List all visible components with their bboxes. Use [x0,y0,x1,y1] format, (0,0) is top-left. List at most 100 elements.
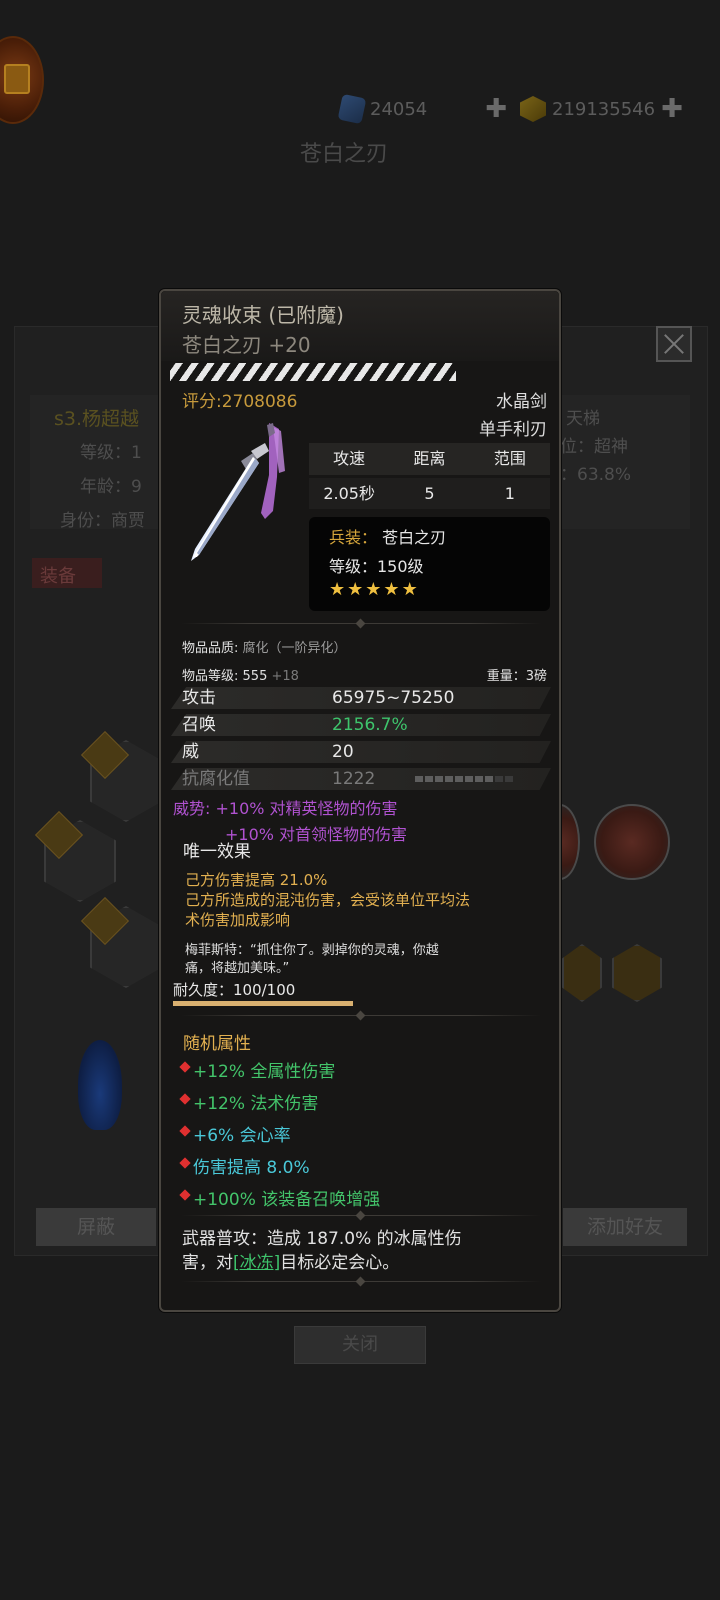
random-attr-text: +6% 会心率 [193,1126,291,1146]
random-attr-title: 随机属性 [183,1034,251,1054]
attribute-name: 召唤 [182,715,216,735]
attribute-row: 抗腐化值 1222 [171,768,551,790]
red-gem-icon [179,1188,191,1201]
star-icon: ★ [365,579,382,600]
weapon-label-key: 兵装： [329,528,378,547]
corruption-segment [425,776,433,782]
stat-header-area: 范围 [493,449,526,468]
player-name: s3.杨超越 [54,408,140,430]
flavor-quote: 痛，将越加美味。” [185,961,290,976]
durability-bar [173,1001,353,1006]
star-icon: ★ [401,579,418,600]
unique-effect-title: 唯一效果 [183,842,251,862]
blue-flame-icon [78,1040,122,1130]
attribute-value: 2156.7% [332,715,408,735]
gold-amount: 219135546 [552,98,656,120]
stat-value-area: 1 [504,484,515,503]
attack-desc-text: 害，对 [182,1253,233,1273]
stat-table-header: 攻速 距离 范围 [309,443,550,475]
item-quality: 物品品质: 腐化（一阶异化） [182,637,347,656]
item-level-bonus: +18 [271,669,299,684]
corruption-segment [475,776,483,782]
attribute-name: 抗腐化值 [182,769,250,789]
close-button[interactable]: 关闭 [294,1326,426,1364]
attack-desc-line-2: 害，对[冰冻]目标必定会心。 [182,1251,542,1275]
star-icon: ★ [347,579,364,600]
section-divider [181,1011,541,1020]
section-divider [181,619,541,628]
red-gem-icon [179,1092,191,1105]
item-subtitle: 苍白之刃 +20 [182,333,311,357]
gem-icon [337,93,367,125]
stat-value-speed: 2.05秒 [323,484,375,503]
random-attr-text: +12% 法术伤害 [193,1094,319,1114]
quality-key: 物品品质: [182,641,239,656]
weapon-stat-table: 攻速 距离 范围 2.05秒 5 1 [309,443,550,510]
weapon-level: 等级：150级 [329,557,424,576]
block-button[interactable]: 屏蔽 [36,1208,156,1246]
add-gem-button[interactable]: ✚ [485,96,507,122]
star-rating: ★ ★ ★ ★ ★ [329,581,418,599]
item-level: 物品等级: 555 +18 [182,665,299,684]
item-tooltip: 灵魂收束 (已附魔) 苍白之刃 +20 评分:2708086 水晶剑 单手利刃 … [159,289,561,1312]
rune-orb-icon[interactable] [594,804,670,880]
add-friend-button[interactable]: 添加好友 [563,1208,687,1246]
item-title: 灵魂收束 (已附魔) [182,303,344,327]
corruption-segment [495,776,503,782]
chest-icon [4,64,30,94]
attack-desc-text: 目标必定会心。 [280,1253,400,1273]
random-attr-item: +12% 法术伤害 [179,1089,319,1114]
prestige-line-1: 威势: +10% 对精英怪物的伤害 [173,799,398,818]
gold-currency: 219135546 ✚ [520,96,683,122]
attribute-value: 1222 [332,769,376,789]
durability-label: 耐久度：100/100 [173,981,296,999]
item-level-value: 555 [242,669,268,684]
page-title: 苍白之刃 [300,142,389,167]
corruption-segment [485,776,493,782]
random-attr-text: 伤害提高 8.0% [193,1158,310,1178]
stat-header-speed: 攻速 [333,449,366,468]
sword-icon [191,423,285,561]
ladder-percent: ：63.8% [560,465,632,485]
random-attr-item: 伤害提高 8.0% [179,1153,310,1178]
attribute-row: 召唤 2156.7% [171,714,551,736]
section-divider [181,1211,541,1220]
weapon-name-line: 兵装： 苍白之刃 [329,524,446,548]
random-attr-item: +12% 全属性伤害 [179,1057,336,1082]
random-attr-item: +6% 会心率 [179,1121,291,1146]
ladder-rank: 位：超神 [560,437,628,457]
weapon-info-box: 兵装： 苍白之刃 等级：150级 ★ ★ ★ ★ ★ [309,517,550,611]
gem-amount: 24054 [370,98,428,120]
item-level-key: 物品等级: [182,669,239,684]
red-gem-icon [179,1156,191,1169]
corruption-segment [415,776,423,782]
red-gem-icon [179,1060,191,1073]
random-attr-item: +100% 该装备召唤增强 [179,1185,380,1210]
flavor-quote: 梅菲斯特：“抓住你了。剥掉你的灵魂，你越 [185,943,439,958]
random-attr-text: +12% 全属性伤害 [193,1062,336,1082]
gold-icon [520,96,546,122]
corruption-segment [505,776,513,782]
attack-desc-line-1: 武器普攻：造成 187.0% 的冰属性伤 [182,1229,462,1249]
corruption-segment [435,776,443,782]
corruption-bar [415,776,513,782]
attribute-value: 20 [332,742,354,762]
stat-header-range: 距离 [413,449,446,468]
equipment-tab[interactable]: 装备 [32,558,102,588]
item-weight: 重量：3磅 [486,669,547,684]
attribute-name: 攻击 [182,688,216,708]
prestige-line-2: +10% 对首领怪物的伤害 [225,825,408,844]
player-identity: 身份：商贾 [60,511,145,531]
weapon-attack-description: 武器普攻：造成 187.0% 的冰属性伤 害，对[冰冻]目标必定会心。 [182,1227,542,1275]
player-age: 年龄：9 [80,477,142,497]
unique-effect-line: 术伤害加成影响 [185,911,291,929]
player-level: 等级：1 [80,443,142,463]
treasure-chest-button[interactable] [0,36,44,124]
corruption-segment [455,776,463,782]
star-icon: ★ [329,579,346,600]
freeze-keyword-link[interactable]: [冰冻] [233,1253,280,1273]
add-gold-button[interactable]: ✚ [661,96,683,122]
star-icon: ★ [383,579,400,600]
section-divider [181,1277,541,1286]
panel-close-icon[interactable] [656,326,692,362]
